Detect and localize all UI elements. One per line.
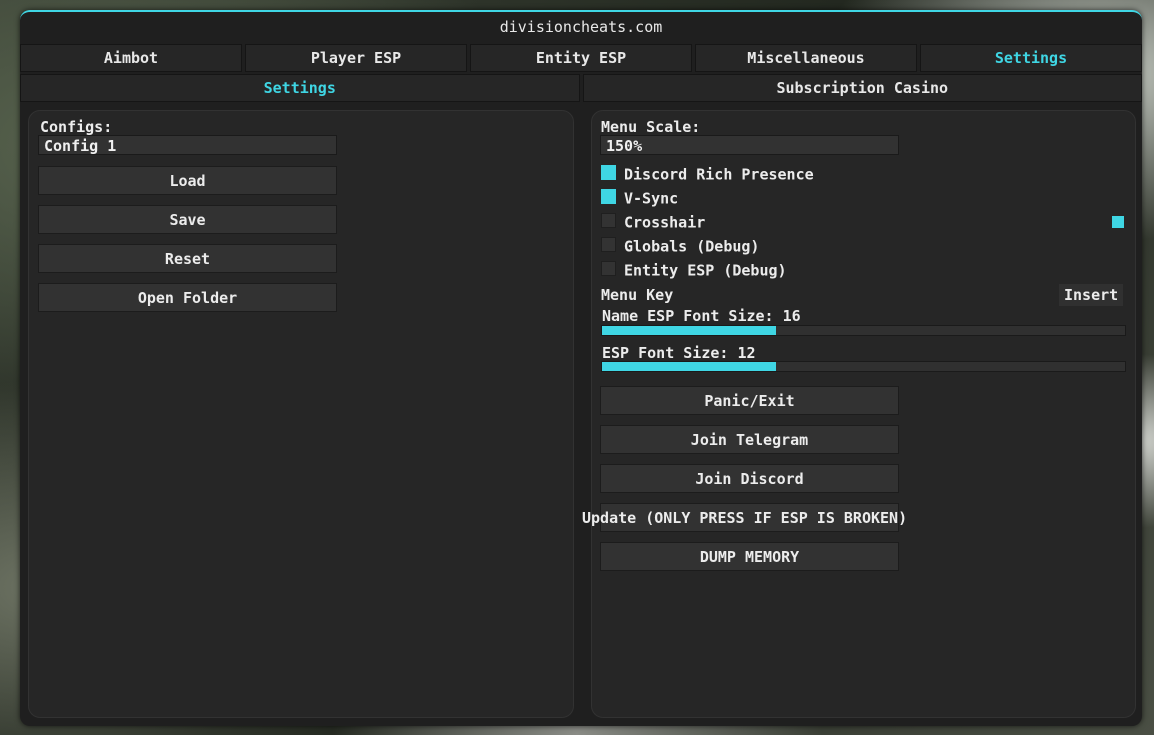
checkbox-crosshair[interactable]: Crosshair [601, 212, 705, 232]
menu-key-button[interactable]: Insert [1059, 284, 1124, 306]
configs-panel: Configs: Config 1 Load Save Reset Open F… [28, 110, 574, 718]
tab-aimbot[interactable]: Aimbot [20, 44, 242, 72]
slider-fill [602, 362, 777, 371]
join-discord-button[interactable]: Join Discord [600, 464, 899, 493]
crosshair-color-picker[interactable] [1112, 216, 1124, 228]
sub-tabs: Settings Subscription Casino [20, 74, 1142, 102]
checkbox-box[interactable] [601, 261, 616, 276]
update-button-label: Update (ONLY PRESS IF ESP IS BROKEN) [582, 509, 908, 527]
checkbox-label: Globals (Debug) [624, 237, 760, 256]
configs-label: Configs: [40, 118, 113, 136]
checkbox-box[interactable] [601, 189, 616, 204]
main-tabs: Aimbot Player ESP Entity ESP Miscellaneo… [20, 44, 1142, 72]
checkbox-discord-rich-presence[interactable]: Discord Rich Presence [601, 164, 814, 184]
join-telegram-button[interactable]: Join Telegram [600, 425, 899, 454]
cheat-menu-window: divisioncheats.com Aimbot Player ESP Ent… [20, 10, 1142, 726]
checkbox-box[interactable] [601, 213, 616, 228]
tab-settings[interactable]: Settings [920, 44, 1142, 72]
tab-player-esp[interactable]: Player ESP [245, 44, 467, 72]
esp-font-size-label: ESP Font Size: 12 [602, 344, 756, 362]
checkbox-label: Crosshair [624, 213, 706, 232]
tab-miscellaneous[interactable]: Miscellaneous [695, 44, 917, 72]
reset-button[interactable]: Reset [38, 244, 337, 273]
open-folder-button[interactable]: Open Folder [38, 283, 337, 312]
checkbox-v-sync[interactable]: V-Sync [601, 188, 678, 208]
menu-key-label: Menu Key [601, 286, 674, 304]
checkbox-box[interactable] [601, 165, 616, 180]
slider-fill [602, 326, 777, 335]
esp-font-size-slider[interactable] [601, 361, 1126, 372]
checkbox-label: V-Sync [624, 189, 679, 208]
name-esp-font-size-label: Name ESP Font Size: 16 [602, 307, 801, 325]
config-select[interactable]: Config 1 [38, 135, 337, 155]
checkbox-label: Entity ESP (Debug) [624, 261, 787, 280]
checkbox-label: Discord Rich Presence [624, 165, 814, 184]
checkbox-globals-debug[interactable]: Globals (Debug) [601, 236, 759, 256]
panic-exit-button[interactable]: Panic/Exit [600, 386, 899, 415]
tab-entity-esp[interactable]: Entity ESP [470, 44, 692, 72]
update-button[interactable]: Update (ONLY PRESS IF ESP IS BROKEN) [582, 503, 907, 532]
menu-scale-label: Menu Scale: [601, 118, 701, 136]
checkbox-box[interactable] [601, 237, 616, 252]
save-button[interactable]: Save [38, 205, 337, 234]
menu-scale-select[interactable]: 150% [600, 135, 899, 155]
checkbox-entity-esp-debug[interactable]: Entity ESP (Debug) [601, 260, 787, 280]
window-title: divisioncheats.com [499, 18, 663, 36]
subtab-subscription-casino[interactable]: Subscription Casino [582, 74, 1142, 102]
name-esp-font-size-slider[interactable] [601, 325, 1126, 336]
load-button[interactable]: Load [38, 166, 337, 195]
settings-panel: Menu Scale: 150% Discord Rich Presence V… [582, 110, 1136, 718]
dump-memory-button[interactable]: DUMP MEMORY [600, 542, 899, 571]
subtab-settings[interactable]: Settings [20, 74, 580, 102]
